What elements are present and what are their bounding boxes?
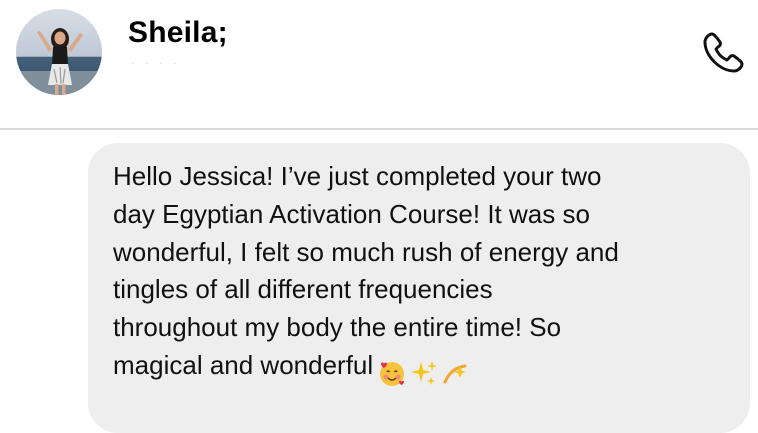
sparkles-emoji [411, 361, 438, 386]
contact-name: Sheila; [128, 16, 228, 49]
dizzy-emoji [443, 364, 468, 384]
emoji-group [377, 353, 473, 391]
message-text: Hello Jessica! I’ve just completed your … [113, 158, 733, 391]
call-button[interactable] [700, 28, 748, 76]
avatar[interactable] [16, 9, 102, 95]
contact-status: · · · · [131, 58, 181, 69]
message-line: throughout my body the entire time! So [113, 312, 562, 343]
smiling-face-with-hearts-emoji [380, 362, 405, 387]
message-line: wonderful, I felt so much rush of energy… [113, 236, 619, 267]
chat-header: Sheila; · · · · [0, 0, 758, 128]
avatar-photo [16, 9, 102, 95]
phone-icon [703, 32, 744, 73]
header-divider [0, 128, 758, 130]
message-line: day Egyptian Activation Course! It was s… [113, 198, 590, 229]
message-line: tingles of all different frequencies [113, 274, 493, 305]
message-line: magical and wonderful [113, 349, 374, 380]
message-line: Hello Jessica! I’ve just completed your … [113, 161, 602, 191]
